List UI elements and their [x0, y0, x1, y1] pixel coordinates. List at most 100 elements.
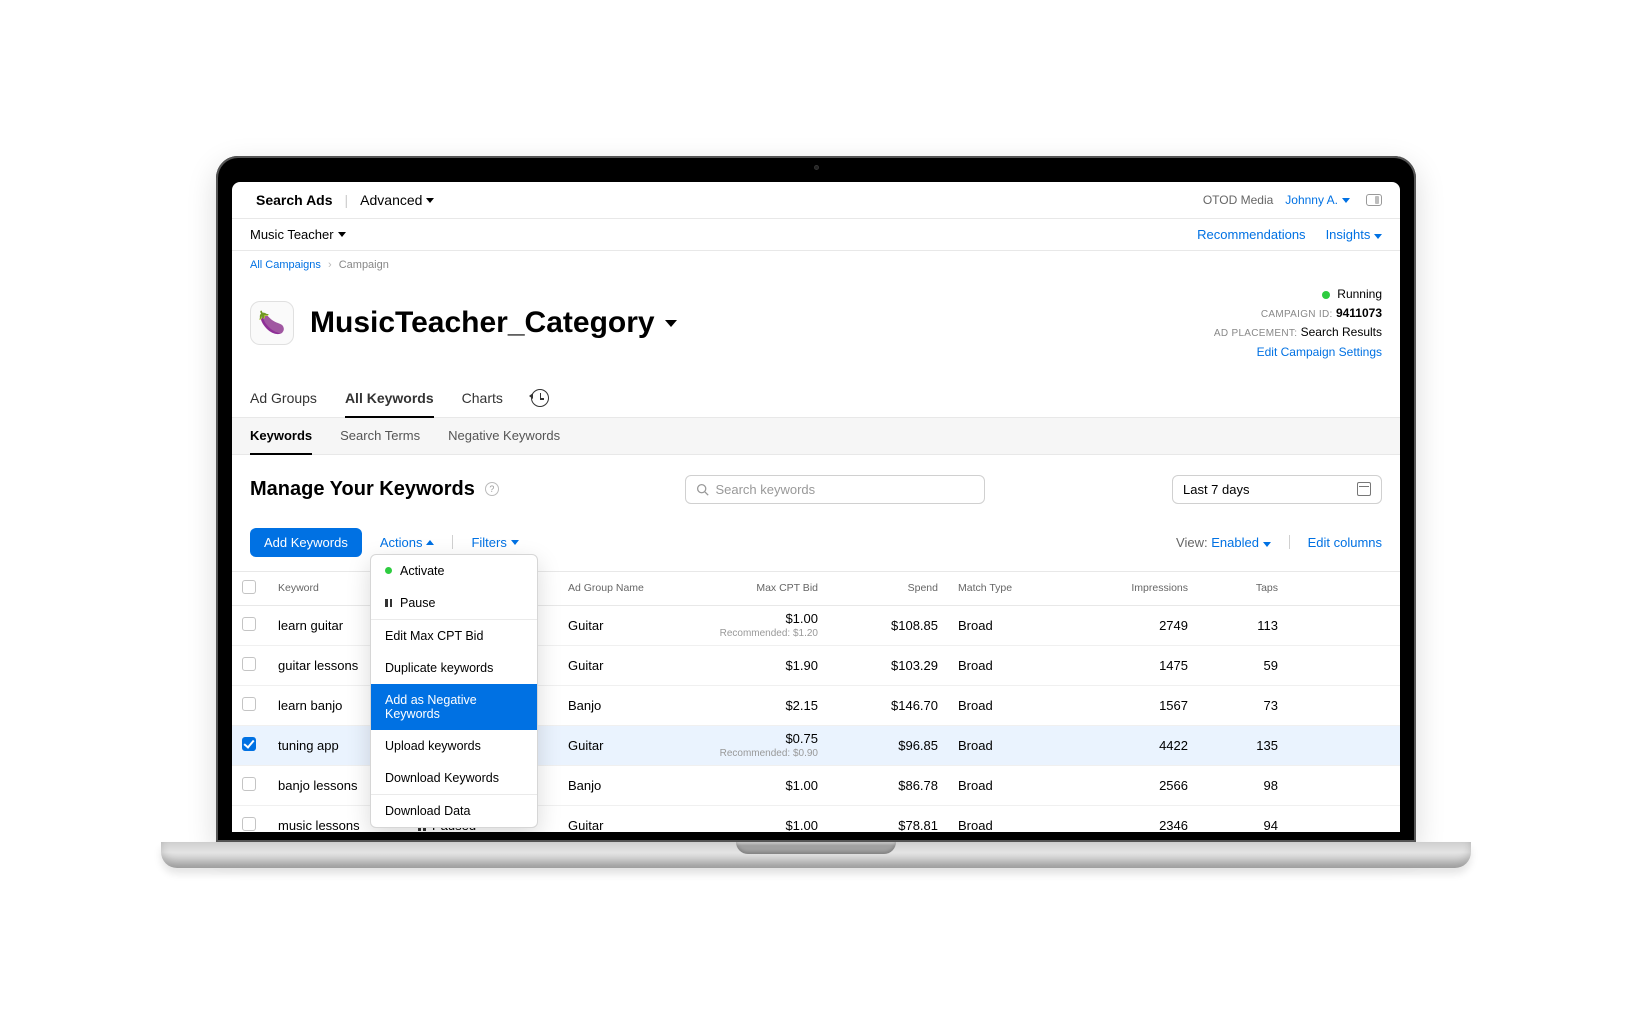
insights-dropdown[interactable]: Insights	[1326, 227, 1382, 242]
top-bar: Search Ads | Advanced OTOD Media Johnny …	[232, 182, 1400, 219]
help-icon[interactable]: ?	[485, 482, 499, 496]
col-taps[interactable]: Taps	[1198, 582, 1288, 594]
table-toolbar: Add Keywords Actions Filters View:	[232, 514, 1400, 571]
filters-dropdown[interactable]: Filters	[471, 535, 518, 550]
row-checkbox[interactable]	[242, 777, 256, 791]
org-label: OTOD Media	[1203, 193, 1273, 207]
tab-charts[interactable]: Charts	[462, 380, 503, 416]
chevron-down-icon	[665, 320, 677, 327]
edit-campaign-settings-link[interactable]: Edit Campaign Settings	[1257, 345, 1382, 359]
tab-ad-groups[interactable]: Ad Groups	[250, 380, 317, 416]
col-adgroup[interactable]: Ad Group Name	[558, 582, 698, 594]
cell-impressions: 2346	[1068, 818, 1198, 832]
action-pause[interactable]: Pause	[371, 587, 537, 619]
cell-adgroup: Guitar	[558, 658, 698, 673]
row-checkbox[interactable]	[242, 817, 256, 831]
cell-bid: $1.00	[698, 818, 828, 832]
campaign-header: 🍆 MusicTeacher_Category Running CAMPAIGN…	[232, 275, 1400, 380]
cell-bid-recommended: Recommended: $1.20	[708, 628, 818, 639]
cell-impressions: 1475	[1068, 658, 1198, 673]
ad-placement: Search Results	[1301, 325, 1382, 339]
actions-dropdown[interactable]: Actions	[380, 535, 435, 550]
row-checkbox[interactable]	[242, 657, 256, 671]
cell-match: Broad	[948, 618, 1068, 633]
main-tabs: Ad Groups All Keywords Charts	[232, 380, 1400, 418]
cell-spend: $146.70	[828, 698, 948, 713]
status-dot-icon	[1322, 291, 1330, 299]
cell-taps: 59	[1198, 658, 1288, 673]
chevron-down-icon	[1374, 234, 1382, 239]
subtab-negative-keywords[interactable]: Negative Keywords	[448, 418, 560, 454]
user-menu[interactable]: Johnny A.	[1285, 193, 1350, 207]
brand-name: Search Ads	[256, 192, 333, 208]
calendar-icon	[1357, 482, 1371, 496]
cell-bid: $0.75Recommended: $0.90	[698, 731, 828, 759]
action-download-data[interactable]: Download Data	[371, 795, 537, 827]
action-download-keywords[interactable]: Download Keywords	[371, 762, 537, 794]
cell-adgroup: Guitar	[558, 738, 698, 753]
action-duplicate-keywords[interactable]: Duplicate keywords	[371, 652, 537, 684]
cell-spend: $96.85	[828, 738, 948, 753]
cell-adgroup: Guitar	[558, 818, 698, 832]
project-bar: Music Teacher Recommendations Insights	[232, 219, 1400, 251]
row-checkbox[interactable]	[242, 697, 256, 711]
col-impressions[interactable]: Impressions	[1068, 582, 1198, 594]
cell-impressions: 2749	[1068, 618, 1198, 633]
app-icon: 🍆	[250, 301, 294, 345]
edit-columns-link[interactable]: Edit columns	[1308, 535, 1382, 550]
action-add-negative-keywords[interactable]: Add as Negative Keywords	[371, 684, 537, 730]
section-title: Manage Your Keywords	[250, 478, 475, 501]
cell-impressions: 4422	[1068, 738, 1198, 753]
cell-match: Broad	[948, 738, 1068, 753]
cell-bid: $1.00	[698, 778, 828, 793]
chevron-down-icon	[511, 540, 519, 545]
cell-impressions: 1567	[1068, 698, 1198, 713]
cell-match: Broad	[948, 698, 1068, 713]
col-bid[interactable]: Max CPT Bid	[698, 582, 828, 594]
app-window: Search Ads | Advanced OTOD Media Johnny …	[232, 182, 1400, 832]
search-input[interactable]: Search keywords	[685, 475, 985, 504]
cell-spend: $78.81	[828, 818, 948, 832]
subtab-keywords[interactable]: Keywords	[250, 418, 312, 455]
cell-spend: $103.29	[828, 658, 948, 673]
tab-all-keywords[interactable]: All Keywords	[345, 380, 434, 418]
recommendations-link[interactable]: Recommendations	[1197, 227, 1305, 242]
cell-bid: $1.00Recommended: $1.20	[698, 611, 828, 639]
action-edit-max-cpt-bid[interactable]: Edit Max CPT Bid	[371, 620, 537, 652]
select-all-checkbox[interactable]	[242, 580, 256, 594]
chevron-down-icon	[338, 232, 346, 237]
chevron-down-icon	[1263, 542, 1271, 547]
cell-impressions: 2566	[1068, 778, 1198, 793]
history-icon[interactable]	[531, 389, 549, 407]
cell-taps: 113	[1198, 618, 1288, 633]
project-dropdown[interactable]: Music Teacher	[250, 227, 346, 242]
row-checkbox[interactable]	[242, 617, 256, 631]
view-filter-dropdown[interactable]: Enabled	[1211, 535, 1270, 550]
add-keywords-button[interactable]: Add Keywords	[250, 528, 362, 557]
cell-spend: $108.85	[828, 618, 948, 633]
cell-bid-recommended: Recommended: $0.90	[708, 748, 818, 759]
section-controls: Manage Your Keywords ? Search keywords L…	[232, 455, 1400, 514]
status-badge: Running	[1214, 285, 1382, 304]
action-upload-keywords[interactable]: Upload keywords	[371, 730, 537, 762]
cell-taps: 98	[1198, 778, 1288, 793]
action-activate[interactable]: Activate	[371, 555, 537, 587]
col-spend[interactable]: Spend	[828, 582, 948, 594]
col-match[interactable]: Match Type	[948, 582, 1068, 594]
cell-spend: $86.78	[828, 778, 948, 793]
search-icon	[696, 483, 709, 496]
mode-dropdown[interactable]: Advanced	[360, 192, 434, 208]
date-range-picker[interactable]: Last 7 days	[1172, 475, 1382, 504]
cell-match: Broad	[948, 658, 1068, 673]
cell-match: Broad	[948, 818, 1068, 832]
panel-toggle-icon[interactable]	[1366, 194, 1382, 206]
chevron-up-icon	[426, 540, 434, 545]
active-dot-icon	[385, 567, 392, 574]
chevron-down-icon	[1342, 198, 1350, 203]
breadcrumb-current: Campaign	[339, 259, 389, 271]
subtab-search-terms[interactable]: Search Terms	[340, 418, 420, 454]
breadcrumb-root[interactable]: All Campaigns	[250, 259, 321, 271]
row-checkbox[interactable]	[242, 737, 256, 751]
campaign-title-dropdown[interactable]: MusicTeacher_Category	[310, 306, 677, 340]
cell-taps: 94	[1198, 818, 1288, 832]
